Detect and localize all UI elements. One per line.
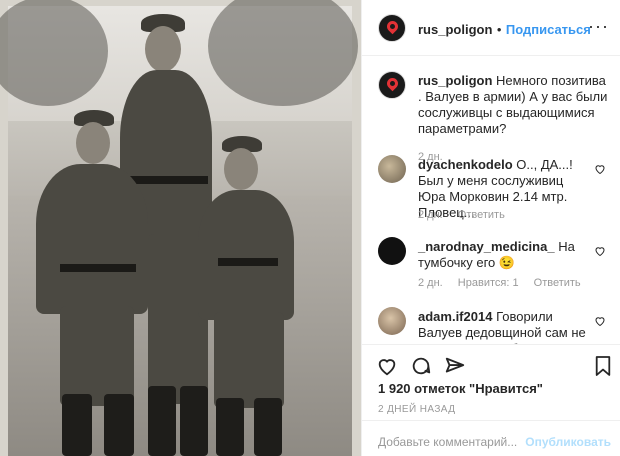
post-sidebar: rus_poligon • Подписаться ··· rus_poligo… (361, 0, 620, 456)
photo-boot (104, 394, 134, 456)
bookmark-icon[interactable] (594, 355, 612, 377)
comment-item: _narodnay_medicina_ На тумбочку его 😉 2 … (378, 237, 614, 289)
likes-count[interactable]: 1 920 отметок "Нравится" (378, 381, 543, 396)
comment-like-heart-icon[interactable] (594, 245, 606, 257)
photo-soldier-right (198, 190, 294, 320)
photo-boot (62, 394, 92, 456)
header-separator: • (496, 22, 502, 37)
comment-meta: 2 дн. Нравится: 1 Ответить (418, 277, 593, 289)
reply-button[interactable]: Ответить (534, 277, 581, 289)
more-options-icon[interactable]: ··· (588, 16, 609, 37)
post-actions: 1 920 отметок "Нравится" 2 ДНЕЙ НАЗАД (362, 344, 620, 420)
comment-author[interactable]: adam.if2014 (418, 309, 492, 324)
location-pin-icon (384, 18, 401, 35)
comment-time[interactable]: 2 дн. (418, 277, 443, 289)
photo-belt-center (126, 176, 208, 184)
photo-legs-left (60, 306, 134, 406)
comment-text-block: _narodnay_medicina_ На тумбочку его 😉 (418, 239, 594, 271)
location-pin-icon (384, 75, 401, 92)
heart-icon[interactable] (376, 355, 398, 377)
comment-likes[interactable]: Нравится: 1 (458, 277, 519, 289)
add-comment-box: Добавьте комментарий... Опубликовать (362, 420, 620, 456)
comments-list[interactable]: rus_poligon Немного позитива . Валуев в … (362, 57, 620, 344)
comment-time[interactable]: 2 дн. (418, 209, 443, 221)
photo-head-right (224, 148, 258, 190)
author-username[interactable]: rus_poligon (418, 22, 492, 37)
comment-meta: 2 дн. Ответить (418, 209, 517, 221)
share-icon[interactable] (444, 355, 466, 377)
comment-icon[interactable] (410, 355, 432, 377)
comment-item: dyachenkodelo О.., ДА...! Был у меня сос… (378, 155, 614, 221)
caption-author[interactable]: rus_poligon (418, 73, 492, 88)
photo-belt-left (60, 264, 136, 272)
author-avatar[interactable] (378, 14, 406, 42)
photo-boot (254, 398, 282, 456)
follow-button[interactable]: Подписаться (506, 22, 591, 37)
photo-legs-right (214, 312, 284, 408)
photo-soldier-left (36, 164, 148, 314)
comment-text-block: adam.if2014 Говорили Валуев дедовщиной с… (418, 309, 594, 344)
post-photo[interactable] (0, 0, 361, 456)
commenter-avatar[interactable] (378, 307, 406, 335)
photo-head-left (76, 122, 110, 164)
caption: rus_poligon Немного позитива . Валуев в … (378, 71, 614, 163)
comment-author[interactable]: dyachenkodelo (418, 157, 513, 172)
commenter-avatar[interactable] (378, 237, 406, 265)
commenter-avatar[interactable] (378, 155, 406, 183)
vintage-photo-paper (0, 0, 358, 456)
comment-like-heart-icon[interactable] (594, 315, 606, 327)
photo-belt-right (218, 258, 278, 266)
comment-item: adam.if2014 Говорили Валуев дедовщиной с… (378, 307, 614, 344)
post-header: rus_poligon • Подписаться ··· (362, 0, 620, 56)
post-timestamp[interactable]: 2 ДНЕЙ НАЗАД (378, 404, 455, 415)
caption-text-block: rus_poligon Немного позитива . Валуев в … (418, 73, 608, 137)
comment-input[interactable]: Добавьте комментарий... (378, 435, 517, 449)
caption-avatar[interactable] (378, 71, 406, 99)
photo-boot (216, 398, 244, 456)
photo-boot (180, 386, 208, 456)
reply-button[interactable]: Ответить (458, 209, 505, 221)
comment-like-heart-icon[interactable] (594, 163, 606, 175)
photo-head-center (145, 26, 181, 72)
publish-button[interactable]: Опубликовать (525, 435, 611, 449)
comment-author[interactable]: _narodnay_medicina_ (418, 239, 555, 254)
photo-boot (148, 386, 176, 456)
